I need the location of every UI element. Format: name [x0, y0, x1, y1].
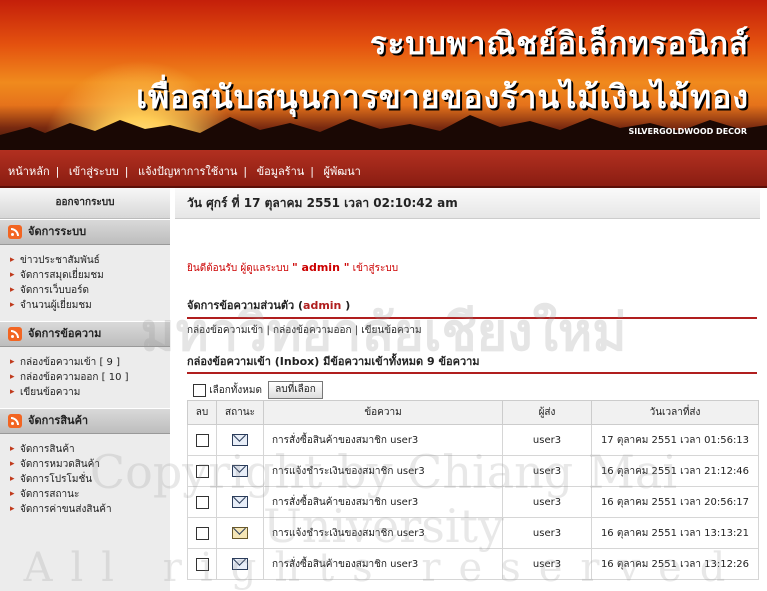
menu-webboard[interactable]: จัดการเว็บบอร์ด [10, 283, 170, 298]
message-subject[interactable]: การสั่งซื้อสินค้าของสมาชิก user3 [263, 548, 503, 580]
menu-categories[interactable]: จัดการหมวดสินค้า [10, 457, 170, 472]
site-subtitle: เพื่อสนับสนุนการขายของร้านไม้เงินไม้ทอง [136, 78, 749, 116]
message-sender: user3 [502, 548, 592, 580]
envelope-icon [232, 465, 248, 477]
row-checkbox[interactable] [195, 495, 209, 509]
logout-link[interactable]: ออกจากระบบ [0, 188, 170, 219]
menu-news[interactable]: ข่าวประชาสัมพันธ์ [10, 253, 170, 268]
message-sender: user3 [502, 517, 592, 549]
sidebar: ออกจากระบบ จัดการระบบ ข่าวประชาสัมพันธ์ … [0, 188, 170, 591]
table-header: ลบ สถานะ ข้อความ ผู้ส่ง วันเวลาที่ส่ง [187, 400, 759, 425]
nav-report-problem[interactable]: แจ้งปัญหาการใช้งาน [138, 165, 237, 178]
sublink-inbox[interactable]: กล่องข้อความเข้า [187, 325, 263, 336]
header-banner: ระบบพาณิชย์อิเล็กทรอนิกส์ เพื่อสนับสนุนก… [0, 0, 767, 150]
message-sublinks: กล่องข้อความเข้า | กล่องข้อความออก | เขี… [187, 325, 422, 336]
menu-outbox[interactable]: กล่องข้อความออก [ 10 ] [10, 370, 170, 385]
row-checkbox[interactable] [195, 433, 209, 447]
envelope-icon [232, 434, 248, 446]
inbox-table: ลบ สถานะ ข้อความ ผู้ส่ง วันเวลาที่ส่ง กา… [187, 400, 759, 580]
nav-shop-info[interactable]: ข้อมูลร้าน [257, 165, 305, 178]
row-checkbox[interactable] [195, 557, 209, 571]
rss-icon [8, 225, 22, 239]
nav-login[interactable]: เข้าสู่ระบบ [69, 165, 119, 178]
table-row[interactable]: การแจ้งชำระเงินของสมาชิก user3 user3 16 … [187, 517, 759, 549]
messages-menu: กล่องข้อความเข้า [ 9 ] กล่องข้อความออก [… [0, 347, 170, 408]
message-sender: user3 [502, 424, 592, 456]
message-subject[interactable]: การสั่งซื้อสินค้าของสมาชิก user3 [263, 486, 503, 518]
message-sender: user3 [502, 455, 592, 487]
col-status: สถานะ [216, 400, 264, 425]
site-title: ระบบพาณิชย์อิเล็กทรอนิกส์ [369, 26, 749, 62]
menu-guestbook[interactable]: จัดการสมุดเยี่ยมชม [10, 268, 170, 283]
products-menu: จัดการสินค้า จัดการหมวดสินค้า จัดการโปรโ… [0, 434, 170, 525]
envelope-icon [232, 496, 248, 508]
menu-visitor-count[interactable]: จำนวนผู้เยี่ยมชม [10, 298, 170, 313]
rss-icon [8, 414, 22, 428]
open-envelope-icon [232, 527, 248, 539]
menu-products[interactable]: จัดการสินค้า [10, 442, 170, 457]
menu-promotions[interactable]: จัดการโปรโมชั่น [10, 472, 170, 487]
table-row[interactable]: การแจ้งชำระเงินของสมาชิก user3 user3 16 … [187, 455, 759, 487]
row-checkbox[interactable] [195, 526, 209, 540]
message-time: 16 ตุลาคม 2551 เวลา 21:12:46 [591, 455, 759, 487]
brand-name: SILVERGOLDWOOD DECOR [628, 127, 747, 136]
menu-inbox[interactable]: กล่องข้อความเข้า [ 9 ] [10, 355, 170, 370]
col-message: ข้อความ [263, 400, 503, 425]
message-time: 16 ตุลาคม 2551 เวลา 13:12:26 [591, 548, 759, 580]
date-display: วัน ศุกร์ ที่ 17 ตุลาคม 2551 เวลา 02:10:… [175, 188, 760, 219]
col-sender: ผู้ส่ง [502, 400, 592, 425]
message-time: 16 ตุลาคม 2551 เวลา 20:56:17 [591, 486, 759, 518]
select-all-row: เลือกทั้งหมด ลบที่เลือก [193, 381, 760, 401]
menu-compose[interactable]: เขียนข้อความ [10, 385, 170, 400]
delete-selected-button[interactable]: ลบที่เลือก [268, 381, 323, 399]
message-time: 16 ตุลาคม 2551 เวลา 13:13:21 [591, 517, 759, 549]
rss-icon [8, 327, 22, 341]
table-row[interactable]: การสั่งซื้อสินค้าของสมาชิก user3 user3 1… [187, 486, 759, 518]
menu-shipping[interactable]: จัดการค่าขนส่งสินค้า [10, 502, 170, 517]
top-nav: หน้าหลัก | เข้าสู่ระบบ | แจ้งปัญหาการใช้งา… [0, 150, 767, 188]
system-menu: ข่าวประชาสัมพันธ์ จัดการสมุดเยี่ยมชม จัด… [0, 245, 170, 321]
row-checkbox[interactable] [195, 464, 209, 478]
nav-developer[interactable]: ผู้พัฒนา [324, 165, 361, 178]
menu-status[interactable]: จัดการสถานะ [10, 487, 170, 502]
select-all-label: เลือกทั้งหมด [209, 385, 262, 396]
sublink-compose[interactable]: เขียนข้อความ [361, 325, 421, 336]
nav-home[interactable]: หน้าหลัก [8, 165, 50, 178]
section-products: จัดการสินค้า [0, 408, 170, 434]
select-all-checkbox[interactable] [193, 383, 206, 397]
inbox-title: กล่องข้อความเข้า (Inbox) มีข้อความเข้าทั… [187, 352, 757, 374]
main-content: วัน ศุกร์ ที่ 17 ตุลาคม 2551 เวลา 02:10:… [175, 188, 760, 580]
message-subject[interactable]: การแจ้งชำระเงินของสมาชิก user3 [263, 455, 503, 487]
message-subject[interactable]: การแจ้งชำระเงินของสมาชิก user3 [263, 517, 503, 549]
col-sent-time: วันเวลาที่ส่ง [591, 400, 759, 425]
welcome-message: ยินดีต้อนรับ ผู้ดูแลระบบ " admin " เข้าส… [187, 261, 399, 274]
col-delete: ลบ [187, 400, 217, 425]
section-system: จัดการระบบ [0, 219, 170, 245]
envelope-icon [232, 558, 248, 570]
message-sender: user3 [502, 486, 592, 518]
table-row[interactable]: การสั่งซื้อสินค้าของสมาชิก user3 user3 1… [187, 548, 759, 580]
personal-messages-title: จัดการข้อความส่วนตัว (admin ) [187, 296, 757, 319]
message-subject[interactable]: การสั่งซื้อสินค้าของสมาชิก user3 [263, 424, 503, 456]
sublink-outbox[interactable]: กล่องข้อความออก [273, 325, 352, 336]
table-row[interactable]: การสั่งซื้อสินค้าของสมาชิก user3 user3 1… [187, 424, 759, 456]
section-messages: จัดการข้อความ [0, 321, 170, 347]
message-time: 17 ตุลาคม 2551 เวลา 01:56:13 [591, 424, 759, 456]
